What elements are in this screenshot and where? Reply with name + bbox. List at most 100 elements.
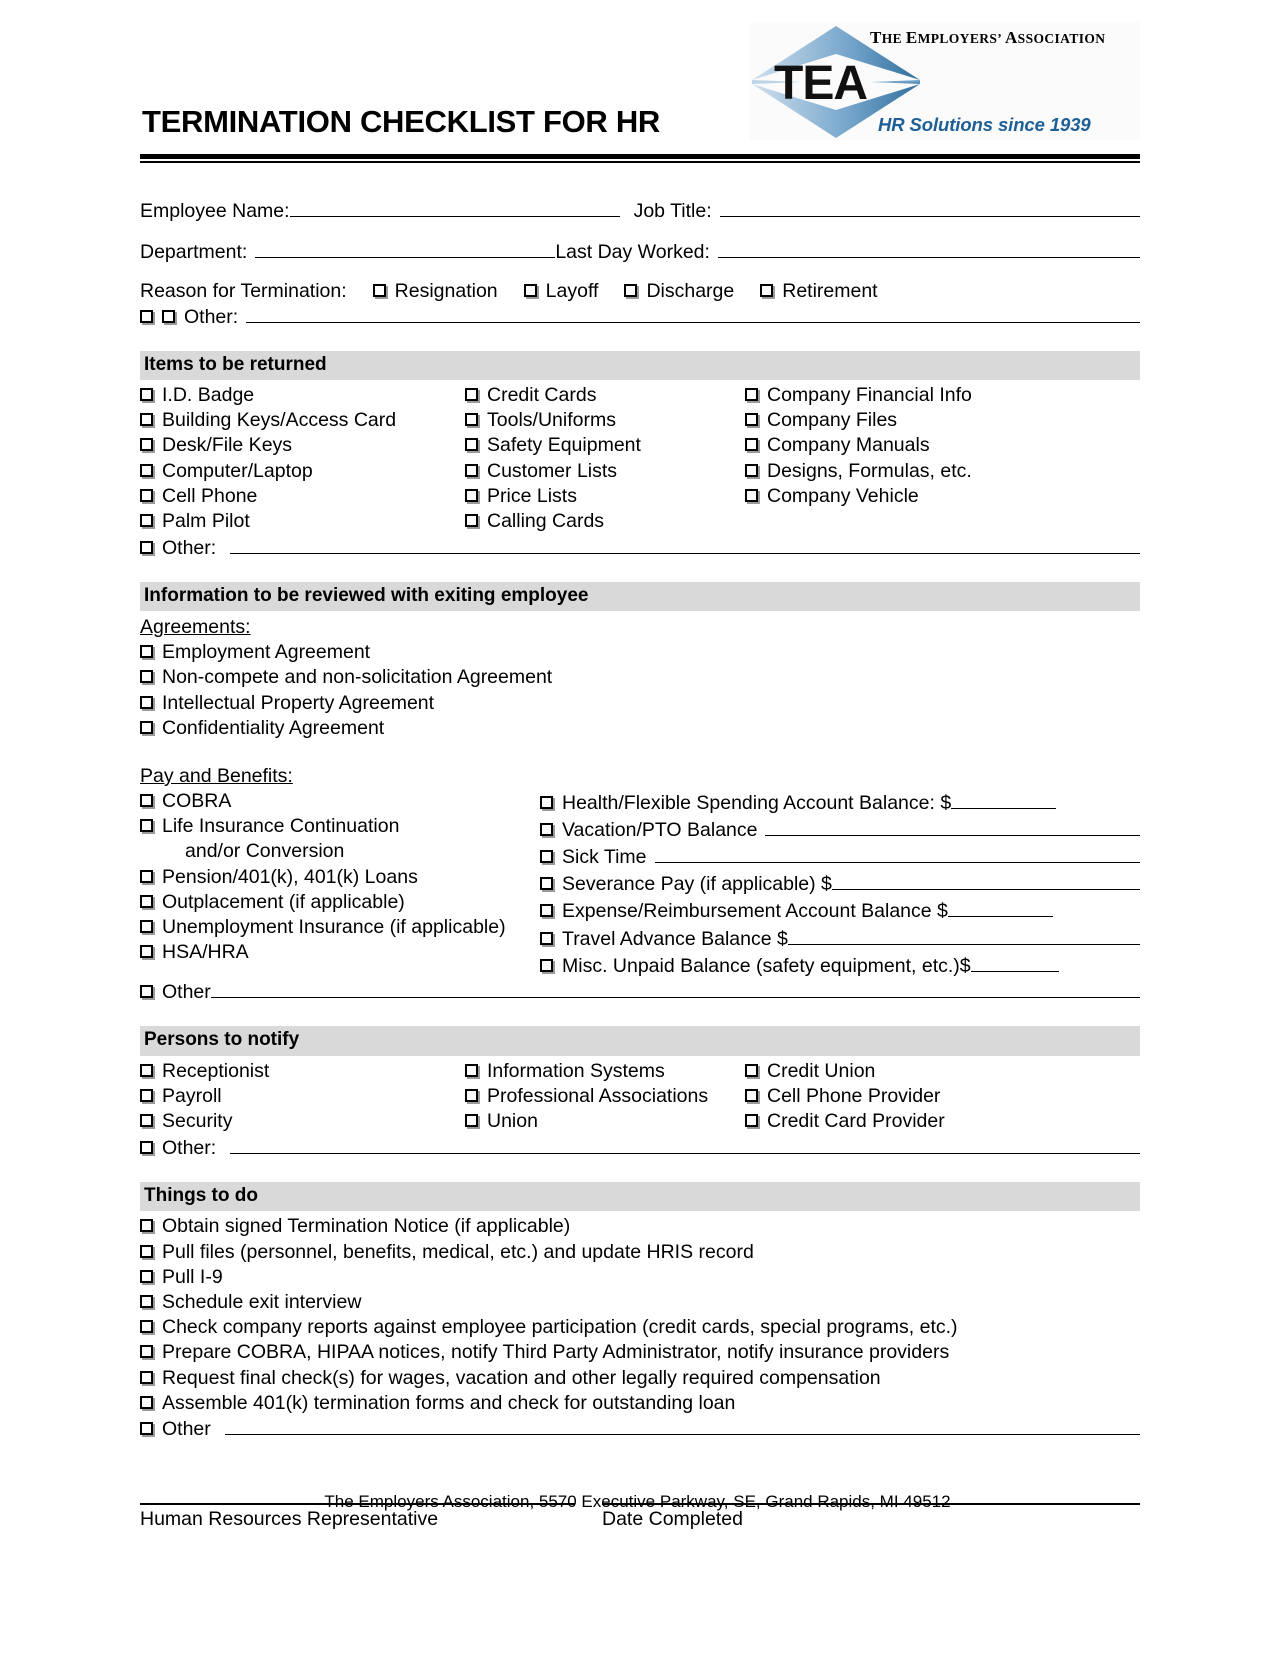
- checkbox-icon[interactable]: [140, 819, 153, 833]
- things-to-do-other-input[interactable]: [224, 1416, 1140, 1436]
- checklist-item[interactable]: Company Vehicle: [745, 484, 1140, 509]
- misc-unpaid-balance-input[interactable]: [970, 953, 1059, 972]
- checklist-item[interactable]: Credit Union: [745, 1059, 1140, 1084]
- checkbox-icon[interactable]: [540, 958, 553, 972]
- checklist-item[interactable]: Company Manuals: [745, 433, 1140, 458]
- checklist-item[interactable]: Cell Phone: [140, 484, 465, 509]
- checkbox-icon[interactable]: [140, 720, 153, 734]
- checkbox-icon[interactable]: [140, 670, 153, 684]
- checklist-item[interactable]: Price Lists: [465, 484, 745, 509]
- checklist-item[interactable]: Designs, Formulas, etc.: [745, 459, 1140, 484]
- checklist-item[interactable]: Assemble 401(k) termination forms and ch…: [140, 1391, 1140, 1416]
- checklist-item[interactable]: Building Keys/Access Card: [140, 408, 465, 433]
- checklist-item[interactable]: Outplacement (if applicable): [140, 890, 540, 915]
- checklist-item[interactable]: Unemployment Insurance (if applicable): [140, 915, 540, 940]
- checkbox-icon[interactable]: [140, 1244, 153, 1258]
- department-input[interactable]: [255, 239, 556, 259]
- checkbox-icon[interactable]: [140, 894, 153, 908]
- checkbox-icon[interactable]: [140, 1294, 153, 1308]
- last-day-worked-input[interactable]: [717, 239, 1140, 259]
- checkbox-icon[interactable]: [745, 413, 758, 427]
- sick-time-input[interactable]: [654, 844, 1140, 864]
- checkbox-icon[interactable]: [540, 822, 553, 836]
- checkbox-icon[interactable]: [540, 931, 553, 945]
- checkbox-icon[interactable]: [140, 985, 153, 999]
- checkbox-icon[interactable]: [140, 1370, 153, 1384]
- checkbox-icon[interactable]: [140, 463, 153, 477]
- checkbox-icon[interactable]: [540, 877, 553, 891]
- checklist-item[interactable]: Cell Phone Provider: [745, 1084, 1140, 1109]
- checkbox-icon[interactable]: [540, 904, 553, 918]
- checklist-item[interactable]: Safety Equipment: [465, 433, 745, 458]
- checkbox-icon[interactable]: [624, 284, 638, 298]
- checkbox-icon[interactable]: [140, 438, 153, 452]
- checklist-item[interactable]: Employment Agreement: [140, 640, 1140, 665]
- checklist-item[interactable]: Payroll: [140, 1084, 465, 1109]
- items-returned-other-input[interactable]: [230, 534, 1140, 554]
- checkbox-icon[interactable]: [465, 413, 478, 427]
- checklist-item[interactable]: Information Systems: [465, 1059, 745, 1084]
- checkbox-icon[interactable]: [745, 438, 758, 452]
- checklist-item[interactable]: Palm Pilot: [140, 509, 465, 534]
- checkbox-icon[interactable]: [745, 488, 758, 502]
- checklist-item[interactable]: Prepare COBRA, HIPAA notices, notify Thi…: [140, 1340, 1140, 1365]
- travel-advance-balance-input[interactable]: [787, 926, 1140, 945]
- checkbox-icon[interactable]: [140, 919, 153, 933]
- pay-benefits-other-input[interactable]: [210, 979, 1140, 999]
- reason-option-layoff[interactable]: Layoff: [523, 280, 598, 303]
- employee-name-input[interactable]: [289, 197, 620, 217]
- checkbox-icon[interactable]: [540, 850, 553, 864]
- checkbox-icon[interactable]: [140, 1269, 153, 1283]
- reason-other-input[interactable]: [246, 303, 1140, 323]
- checklist-item[interactable]: Tools/Uniforms: [465, 408, 745, 433]
- persons-to-notify-other-input[interactable]: [230, 1134, 1140, 1154]
- checkbox-icon[interactable]: [540, 795, 553, 809]
- checklist-item[interactable]: Pension/401(k), 401(k) Loans: [140, 865, 540, 890]
- checkbox-icon[interactable]: [140, 513, 153, 527]
- checkbox-icon[interactable]: [140, 1219, 153, 1233]
- checkbox-icon[interactable]: [140, 869, 153, 883]
- checkbox-icon[interactable]: [465, 513, 478, 527]
- checklist-item[interactable]: Desk/File Keys: [140, 433, 465, 458]
- checkbox-icon[interactable]: [140, 1089, 153, 1103]
- fsa-balance-input[interactable]: [951, 790, 1057, 809]
- checkbox-icon[interactable]: [140, 1422, 153, 1436]
- checkbox-icon[interactable]: [523, 284, 537, 298]
- checklist-item[interactable]: Misc. Unpaid Balance (safety equipment, …: [540, 952, 1140, 979]
- checkbox-icon[interactable]: [140, 488, 153, 502]
- checkbox-icon[interactable]: [140, 645, 153, 659]
- checklist-item[interactable]: Schedule exit interview: [140, 1290, 1140, 1315]
- checklist-item[interactable]: Health/Flexible Spending Account Balance…: [540, 789, 1140, 816]
- checklist-item[interactable]: Non-compete and non-solicitation Agreeme…: [140, 665, 1140, 690]
- checklist-item[interactable]: Company Financial Info: [745, 383, 1140, 408]
- checkbox-icon[interactable]: [465, 463, 478, 477]
- checklist-item[interactable]: COBRA: [140, 789, 540, 814]
- checkbox-icon[interactable]: [465, 387, 478, 401]
- checklist-item[interactable]: Calling Cards: [465, 509, 745, 534]
- checkbox-icon[interactable]: [140, 1320, 153, 1334]
- checkbox-icon[interactable]: [745, 1063, 758, 1077]
- checkbox-icon[interactable]: [140, 793, 153, 807]
- job-title-input[interactable]: [719, 197, 1140, 217]
- checkbox-icon[interactable]: [140, 540, 153, 554]
- checklist-item[interactable]: Confidentiality Agreement: [140, 716, 1140, 741]
- reason-option-discharge[interactable]: Discharge: [624, 280, 734, 303]
- checklist-item[interactable]: Vacation/PTO Balance: [540, 816, 1140, 843]
- checklist-item[interactable]: Travel Advance Balance $: [540, 925, 1140, 952]
- checklist-item[interactable]: Life Insurance Continuation: [140, 814, 540, 839]
- checkbox-icon[interactable]: [140, 413, 153, 427]
- checklist-item[interactable]: Pull files (personnel, benefits, medical…: [140, 1240, 1140, 1265]
- checkbox-icon[interactable]: [760, 284, 774, 298]
- checklist-item[interactable]: I.D. Badge: [140, 383, 465, 408]
- checklist-item[interactable]: Credit Card Provider: [745, 1109, 1140, 1134]
- checkbox-icon[interactable]: [372, 284, 386, 298]
- severance-pay-input[interactable]: [831, 871, 1140, 891]
- checklist-item[interactable]: Receptionist: [140, 1059, 465, 1084]
- checkbox-icon[interactable]: [140, 1345, 153, 1359]
- checkbox-icon[interactable]: [140, 695, 153, 709]
- checkbox-icon[interactable]: [140, 945, 153, 959]
- checkbox-icon[interactable]: [745, 463, 758, 477]
- checkbox-icon[interactable]: [140, 309, 153, 323]
- vacation-pto-balance-input[interactable]: [765, 817, 1140, 836]
- checklist-item[interactable]: HSA/HRA: [140, 940, 540, 965]
